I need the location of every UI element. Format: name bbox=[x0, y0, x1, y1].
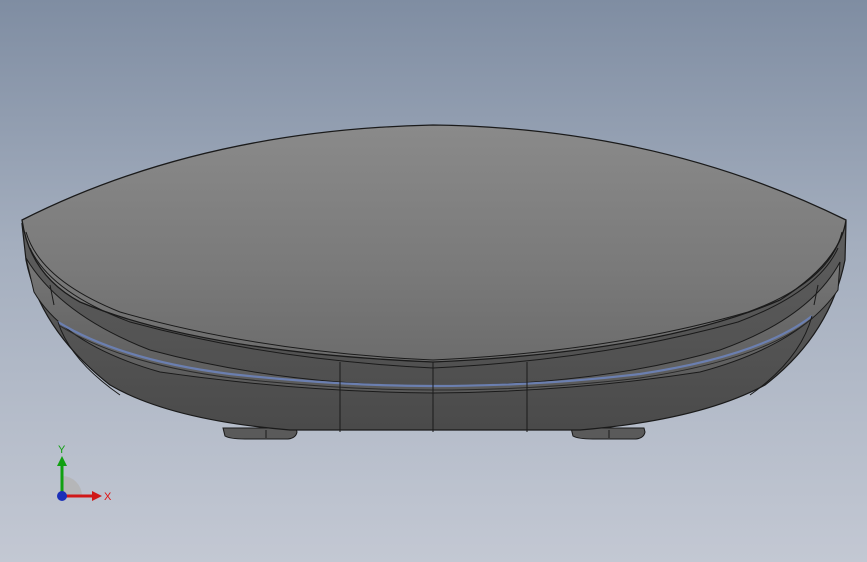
graphics-viewport[interactable]: Y X bbox=[0, 0, 867, 562]
y-axis-arrow-icon bbox=[57, 456, 67, 466]
y-axis-label: Y bbox=[58, 444, 66, 456]
x-axis-arrow-icon bbox=[92, 491, 102, 501]
coordinate-triad: Y X bbox=[57, 444, 112, 503]
x-axis-label: X bbox=[104, 491, 112, 503]
z-axis-origin-icon bbox=[57, 491, 67, 501]
model-view[interactable] bbox=[0, 0, 867, 562]
